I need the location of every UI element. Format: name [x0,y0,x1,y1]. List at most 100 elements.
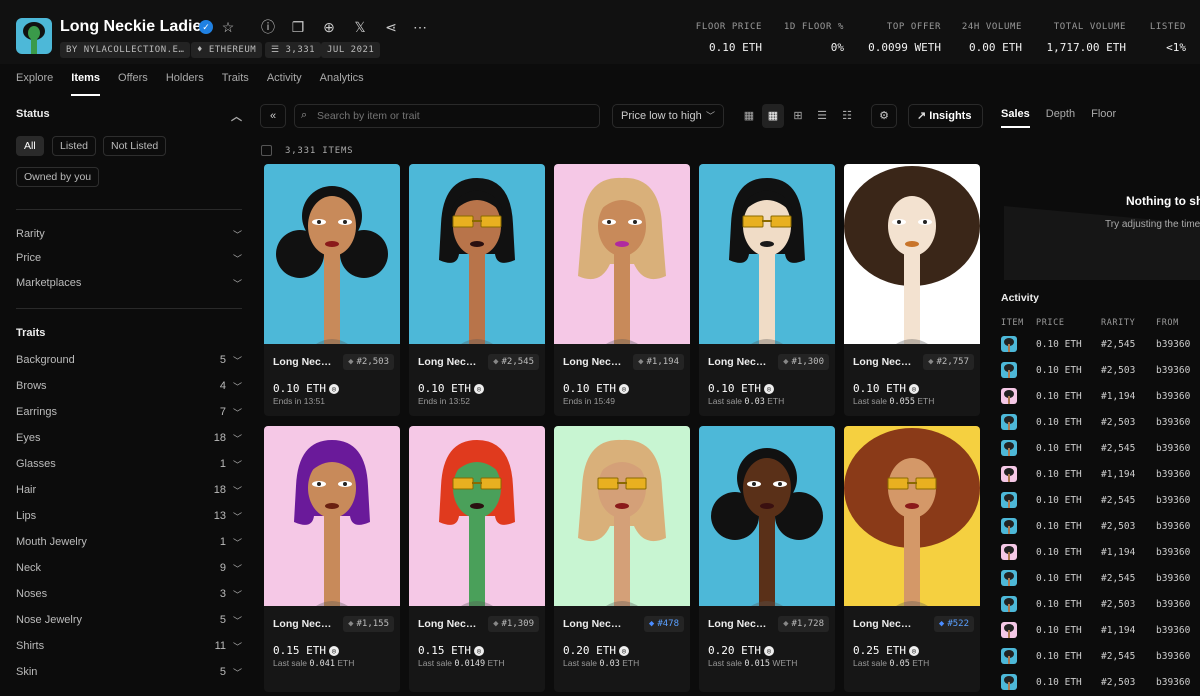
stat-total-volume: TOTAL VOLUME 1,717.00 ETH [1047,22,1126,54]
trait-name: Earrings [16,406,57,418]
filter-marketplaces[interactable]: Marketplaces ﹀ [16,277,242,289]
subtext-prefix: Last sale [708,396,745,406]
search-input[interactable] [294,104,600,128]
marketplace-icon: ◎ [473,646,484,656]
activity-row[interactable]: 0.10 ETH #1,194 b39360 [1001,540,1200,566]
activity-from: b39360 [1156,495,1191,506]
trait-name: Skin [16,666,38,678]
nft-image[interactable] [554,164,690,344]
trait-filter[interactable]: Glasses 1 ﹀ [16,458,242,470]
filter-rarity[interactable]: Rarity ﹀ [16,228,242,240]
tab-offers[interactable]: Offers [118,72,148,96]
activity-row[interactable]: 0.10 ETH #2,503 b39360 [1001,592,1200,618]
share-icon[interactable]: ⋖ [382,18,400,36]
grid-large-icon[interactable]: ⊞ [787,104,809,128]
rarity-badge: ◆ #1,309 [488,616,539,632]
grid-small-icon[interactable]: ▦ [738,104,760,128]
thumbnail-art [1004,650,1014,664]
trait-filter[interactable]: Lips 13 ﹀ [16,510,242,522]
grid-medium-icon[interactable]: ▦ [762,104,784,128]
trait-filter[interactable]: Neck 9 ﹀ [16,562,242,574]
website-icon[interactable]: ⊕ [320,18,338,36]
status-pill-owned[interactable]: Owned by you [16,167,100,187]
stat-label: LISTED [1149,22,1186,32]
activity-row[interactable]: 0.10 ETH #2,545 b39360 [1001,566,1200,592]
activity-row[interactable]: 0.10 ETH #1,194 b39360 [1001,462,1200,488]
list-view-icon[interactable]: ☰ [811,104,833,128]
status-section-header[interactable]: Status ︿ [16,108,242,123]
nft-card[interactable]: Long Neckie Ladies◆#1,3090.15 ETH◎Last s… [409,426,545,692]
star-icon[interactable]: ☆ [219,18,237,36]
activity-row[interactable]: 0.10 ETH #2,503 b39360 [1001,358,1200,384]
nft-card[interactable]: Long Neckie Ladies◆#4780.20 ETH◎Last sal… [554,426,690,692]
nft-card[interactable]: Long Neckie Ladies◆#1,3000.10 ETH◎Last s… [699,164,835,416]
more-icon[interactable]: ⋯ [411,18,429,36]
status-pill-all[interactable]: All [16,136,44,156]
activity-row[interactable]: 0.10 ETH #2,545 b39360 [1001,332,1200,358]
nft-card[interactable]: Long Neckie Ladies◆#2,7570.10 ETH◎Last s… [844,164,980,416]
activity-row[interactable]: 0.10 ETH #2,503 b39360 [1001,514,1200,540]
tab-activity[interactable]: Activity [267,72,302,96]
activity-row[interactable]: 0.10 ETH #1,194 b39360 [1001,618,1200,644]
table-view-icon[interactable]: ☷ [836,104,858,128]
nft-card[interactable]: Long Neckie Ladies ◆#2,503 0.10 ETH◎Ends i… [264,164,400,416]
creator-chip[interactable]: BY NYLACOLLECTION.E… [60,42,191,58]
trait-filter[interactable]: Mouth Jewelry 1 ﹀ [16,536,242,548]
tab-explore[interactable]: Explore [16,72,53,96]
trait-filter[interactable]: Eyes 18 ﹀ [16,432,242,444]
nft-image[interactable] [264,426,400,606]
tab-floor[interactable]: Floor [1091,108,1116,128]
nft-card[interactable]: Long Neckie Ladies ◆#2,545 0.10 ETH◎Ends i… [409,164,545,416]
activity-row[interactable]: 0.10 ETH #2,545 b39360 [1001,644,1200,670]
nft-image[interactable] [844,164,980,344]
nft-card[interactable]: Long Neckie Ladies◆#1,7280.20 ETH◎Last s… [699,426,835,692]
nft-image[interactable] [699,164,835,344]
stat-label: TOTAL VOLUME [1053,22,1126,32]
nft-price: 0.10 ETH ◎ [708,382,774,395]
nft-image[interactable] [409,164,545,344]
filter-price[interactable]: Price ﹀ [16,252,242,264]
trait-filter[interactable]: Hair 18 ﹀ [16,484,242,496]
status-pill-not-listed[interactable]: Not Listed [103,136,167,156]
activity-row[interactable]: 0.10 ETH #2,503 b39360 [1001,670,1200,696]
insights-button[interactable]: ↗ Insights [908,104,983,128]
trait-filter[interactable]: Skin 5 ﹀ [16,666,242,678]
trait-count: 1 [219,536,226,548]
tab-sales[interactable]: Sales [1001,108,1030,128]
nft-card[interactable]: Long Neckie Ladies ◆#1,194 0.10 ETH◎Ends i… [554,164,690,416]
activity-row[interactable]: 0.10 ETH #2,545 b39360 [1001,488,1200,514]
trait-filter[interactable]: Earrings 7 ﹀ [16,406,242,418]
trait-filter[interactable]: Background 5 ﹀ [16,354,242,366]
activity-row[interactable]: 0.10 ETH #2,503 b39360 [1001,410,1200,436]
tab-depth[interactable]: Depth [1046,108,1075,128]
tab-analytics[interactable]: Analytics [320,72,364,96]
activity-row[interactable]: 0.10 ETH #1,194 b39360 [1001,384,1200,410]
collapse-sidebar-button[interactable]: « [260,104,286,128]
activity-row[interactable]: 0.10 ETH #2,545 b39360 [1001,436,1200,462]
trait-filter[interactable]: Noses 3 ﹀ [16,588,242,600]
nft-card[interactable]: Long Neckie Ladies◆#1,1550.15 ETH◎Last s… [264,426,400,692]
sort-select[interactable]: Price low to high ﹀ [612,104,724,128]
nft-image[interactable] [554,426,690,606]
nft-image[interactable] [264,164,400,344]
tab-holders[interactable]: Holders [166,72,204,96]
column-header-rarity: RARITY [1101,318,1136,328]
nft-image[interactable] [699,426,835,606]
nft-image[interactable] [844,426,980,606]
price-value: 0.10 ETH [853,382,906,395]
copy-icon[interactable]: ❐ [289,18,307,36]
info-icon[interactable]: ⓘ [259,18,277,36]
select-all-checkbox[interactable] [261,145,272,156]
nft-card[interactable]: Long Neckie Ladies◆#5220.25 ETH◎Last sal… [844,426,980,692]
tab-items[interactable]: Items [71,72,101,96]
nft-image[interactable] [409,426,545,606]
x-twitter-icon[interactable]: 𝕏 [351,18,369,36]
trait-filter[interactable]: Nose Jewelry 5 ﹀ [16,614,242,626]
tab-traits[interactable]: Traits [222,72,249,96]
items-chip: ☰ 3,331 [265,42,322,58]
settings-button[interactable]: ⚙ [871,104,897,128]
stat-value: 1,717.00 ETH [1046,41,1126,54]
status-pill-listed[interactable]: Listed [52,136,97,156]
trait-filter[interactable]: Brows 4 ﹀ [16,380,242,392]
trait-filter[interactable]: Shirts 11 ﹀ [16,640,242,652]
